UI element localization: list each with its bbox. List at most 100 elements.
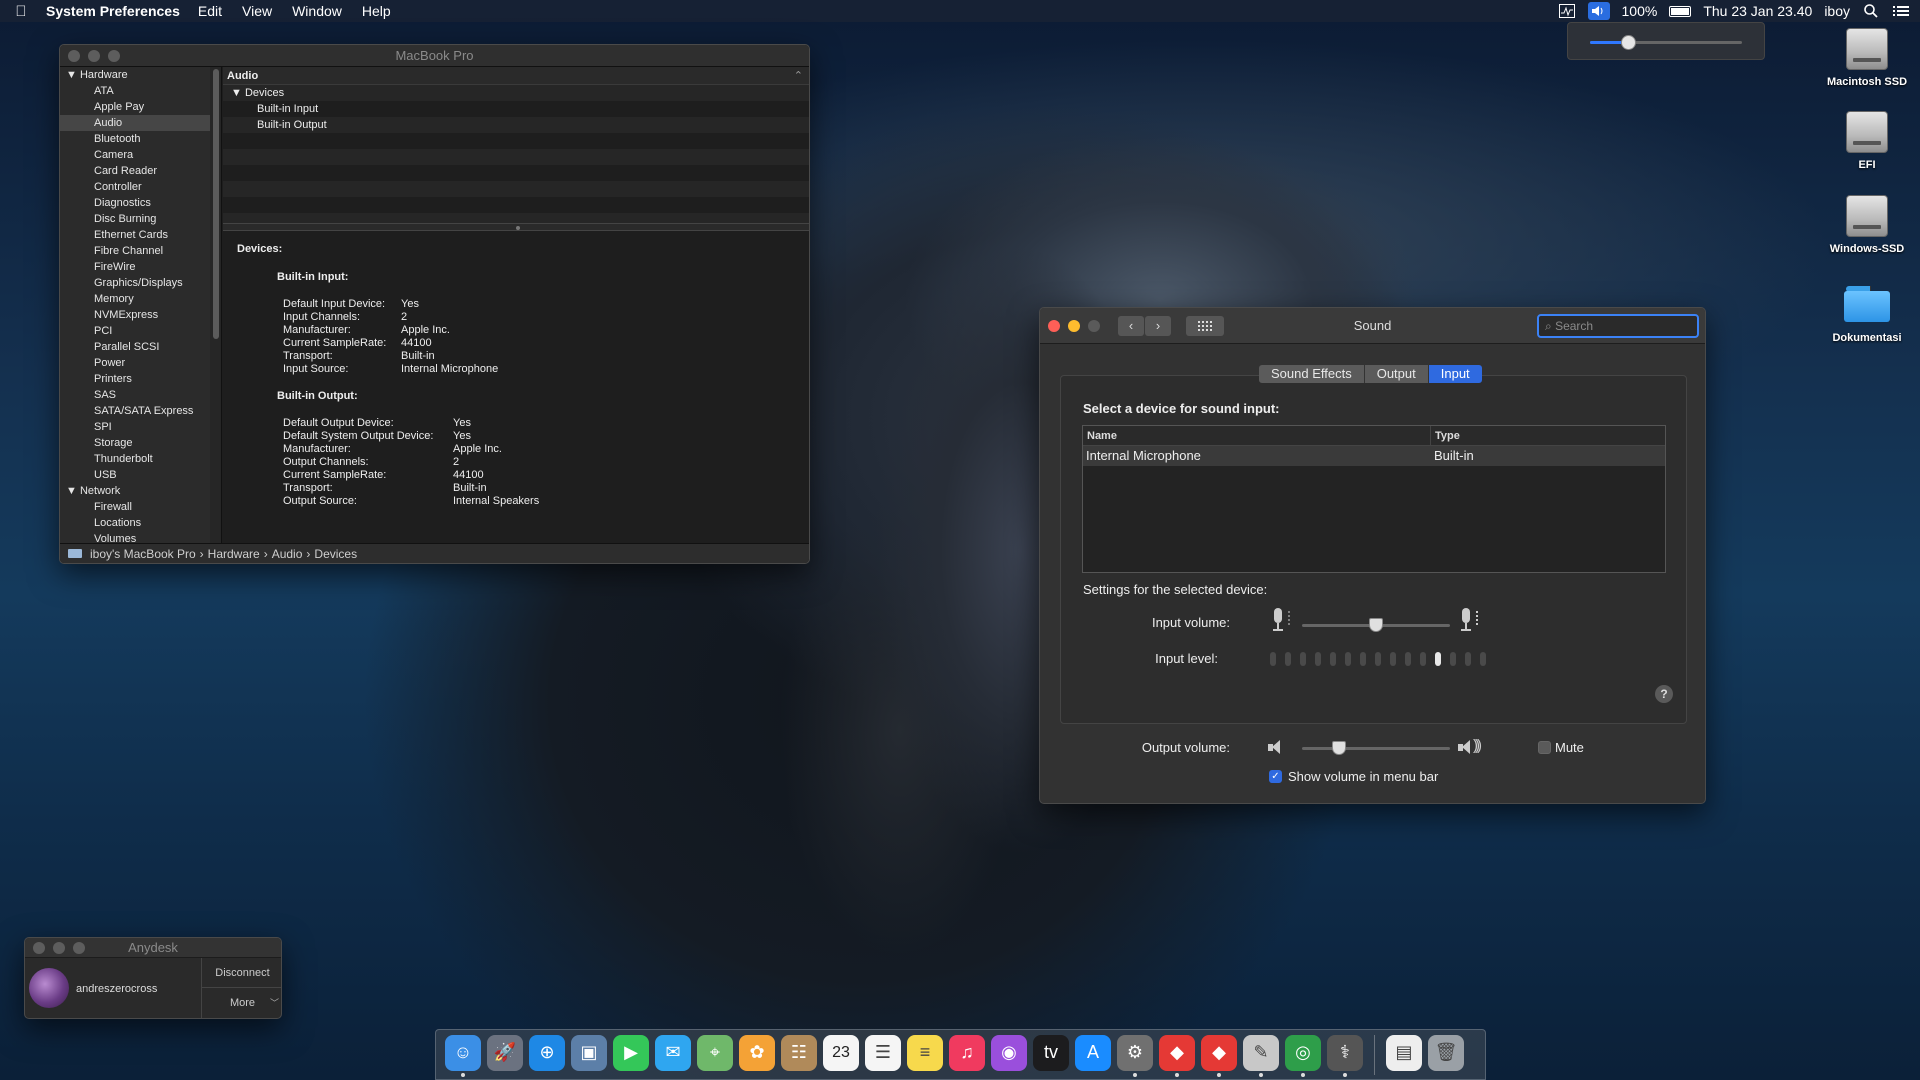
- trash-icon[interactable]: 🗑: [1428, 1034, 1464, 1071]
- help-button[interactable]: ?: [1655, 685, 1673, 703]
- anydesk-alt-icon[interactable]: ◆: [1201, 1034, 1237, 1077]
- volume-icon[interactable]: [1587, 2, 1610, 20]
- close-button[interactable]: [1048, 320, 1060, 332]
- sidebar-item-ata[interactable]: ATA: [60, 83, 210, 99]
- zoom-button[interactable]: [73, 942, 85, 954]
- safari-icon[interactable]: ⊕: [529, 1034, 565, 1071]
- messages-icon[interactable]: ✉: [655, 1034, 691, 1071]
- menu-app-name[interactable]: System Preferences: [46, 3, 180, 19]
- finder-icon[interactable]: ☺: [445, 1034, 481, 1077]
- sidebar-scrollbar[interactable]: [210, 67, 222, 543]
- sidebar-item-spi[interactable]: SPI: [60, 419, 210, 435]
- sidebar-item-bluetooth[interactable]: Bluetooth: [60, 131, 210, 147]
- close-button[interactable]: [68, 50, 80, 62]
- table-row[interactable]: Internal Microphone Built-in: [1083, 446, 1665, 466]
- show-volume-checkbox[interactable]: ✓: [1269, 770, 1282, 783]
- mute-label[interactable]: Mute: [1555, 740, 1584, 755]
- sidebar-item-controller[interactable]: Controller: [60, 179, 210, 195]
- contacts-icon[interactable]: ☷: [781, 1034, 817, 1071]
- forward-button[interactable]: ›: [1145, 316, 1171, 336]
- sidebar-item-firewall[interactable]: Firewall: [60, 499, 210, 515]
- sidebar-item-usb[interactable]: USB: [60, 467, 210, 483]
- disclosure-triangle-icon[interactable]: ▼: [66, 485, 80, 497]
- system-preferences-icon[interactable]: ⚙: [1117, 1034, 1153, 1077]
- sidebar-item-parallel-scsi[interactable]: Parallel SCSI: [60, 339, 210, 355]
- more-button[interactable]: More ﹀: [202, 988, 281, 1018]
- disclosure-triangle-icon[interactable]: ▼: [66, 69, 80, 81]
- tree-row-devices[interactable]: ▼ Devices: [223, 85, 809, 101]
- launchpad-icon[interactable]: 🚀: [487, 1034, 523, 1071]
- sidebar-item-disc-burning[interactable]: Disc Burning: [60, 211, 210, 227]
- sidebar-item-memory[interactable]: Memory: [60, 291, 210, 307]
- notes-icon[interactable]: ≡: [907, 1034, 943, 1071]
- desktop-windows-ssd[interactable]: Windows-SSD: [1819, 195, 1915, 255]
- anydesk-icon[interactable]: ◆: [1159, 1034, 1195, 1077]
- sidebar-item-card-reader[interactable]: Card Reader: [60, 163, 210, 179]
- sidebar-item-volumes[interactable]: Volumes: [60, 531, 210, 543]
- notification-center-icon[interactable]: [1892, 3, 1910, 19]
- battery-percent[interactable]: 100%: [1622, 3, 1658, 19]
- sidebar-group-network[interactable]: ▼ Network: [60, 483, 210, 499]
- sidebar-item-ethernet-cards[interactable]: Ethernet Cards: [60, 227, 210, 243]
- system-information-icon[interactable]: ⚕: [1327, 1034, 1363, 1077]
- sidebar-group-hardware[interactable]: ▼ Hardware: [60, 67, 210, 83]
- zoom-button[interactable]: [108, 50, 120, 62]
- sidebar-item-camera[interactable]: Camera: [60, 147, 210, 163]
- sidebar-item-fibre-channel[interactable]: Fibre Channel: [60, 243, 210, 259]
- tree-header[interactable]: Audio ⌃: [223, 67, 809, 85]
- path-item[interactable]: Audio: [272, 544, 303, 564]
- back-button[interactable]: ‹: [1118, 316, 1144, 336]
- column-name[interactable]: Name: [1083, 426, 1431, 445]
- sidebar-item-sas[interactable]: SAS: [60, 387, 210, 403]
- spotlight-icon[interactable]: [1862, 3, 1880, 19]
- script-editor-icon[interactable]: ✎: [1243, 1034, 1279, 1077]
- path-item[interactable]: Devices: [314, 544, 357, 564]
- show-volume-label[interactable]: Show volume in menu bar: [1288, 769, 1438, 784]
- sidebar-item-locations[interactable]: Locations: [60, 515, 210, 531]
- reminders-icon[interactable]: ☰: [865, 1034, 901, 1071]
- column-type[interactable]: Type: [1431, 426, 1460, 445]
- sidebar-item-firewire[interactable]: FireWire: [60, 259, 210, 275]
- zoom-button[interactable]: [1088, 320, 1100, 332]
- menubar-volume-slider[interactable]: [1590, 35, 1742, 50]
- minimize-button[interactable]: [1068, 320, 1080, 332]
- close-button[interactable]: [33, 942, 45, 954]
- document-icon[interactable]: ▤: [1386, 1034, 1422, 1071]
- desktop-efi[interactable]: EFI: [1819, 111, 1915, 171]
- calendar-icon[interactable]: 23: [823, 1034, 859, 1071]
- pane-splitter[interactable]: [223, 223, 809, 231]
- menu-window[interactable]: Window: [292, 3, 342, 19]
- scrollbar-thumb[interactable]: [213, 69, 219, 339]
- sidebar-item-apple-pay[interactable]: Apple Pay: [60, 99, 210, 115]
- network-utility-icon[interactable]: ◎: [1285, 1034, 1321, 1077]
- disconnect-button[interactable]: Disconnect: [202, 958, 281, 988]
- path-item[interactable]: iboy's MacBook Pro: [90, 544, 196, 564]
- sidebar-item-sata-sata-express[interactable]: SATA/SATA Express: [60, 403, 210, 419]
- tab-output[interactable]: Output: [1364, 365, 1429, 383]
- sidebar-item-pci[interactable]: PCI: [60, 323, 210, 339]
- tree-row-built-in-output[interactable]: Built-in Output: [223, 117, 809, 133]
- input-volume-knob[interactable]: [1369, 618, 1383, 632]
- output-volume-slider[interactable]: [1302, 741, 1450, 755]
- path-item[interactable]: Hardware: [208, 544, 260, 564]
- app-store-icon[interactable]: A: [1075, 1034, 1111, 1071]
- disclosure-triangle-icon[interactable]: ▼: [231, 87, 242, 99]
- sysinfo-titlebar[interactable]: MacBook Pro: [60, 45, 809, 67]
- desktop-macintosh-ssd[interactable]: Macintosh SSD: [1819, 28, 1915, 88]
- apple-icon[interactable]: : [10, 3, 32, 20]
- apple-tv-icon[interactable]: tv: [1033, 1034, 1069, 1071]
- sidebar-item-audio[interactable]: Audio: [60, 115, 210, 131]
- preview-icon[interactable]: ▣: [571, 1034, 607, 1071]
- facetime-icon[interactable]: ▶: [613, 1034, 649, 1071]
- photos-icon[interactable]: ✿: [739, 1034, 775, 1071]
- volume-knob[interactable]: [1621, 35, 1636, 50]
- collapse-caret-icon[interactable]: ⌃: [794, 67, 803, 85]
- tab-input[interactable]: Input: [1428, 365, 1482, 383]
- menu-edit[interactable]: Edit: [198, 3, 222, 19]
- input-volume-slider[interactable]: [1302, 618, 1450, 632]
- podcasts-icon[interactable]: ◉: [991, 1034, 1027, 1071]
- sidebar-item-storage[interactable]: Storage: [60, 435, 210, 451]
- music-icon[interactable]: ♫: [949, 1034, 985, 1071]
- output-volume-knob[interactable]: [1332, 741, 1346, 755]
- clock[interactable]: Thu 23 Jan 23.40: [1703, 3, 1812, 19]
